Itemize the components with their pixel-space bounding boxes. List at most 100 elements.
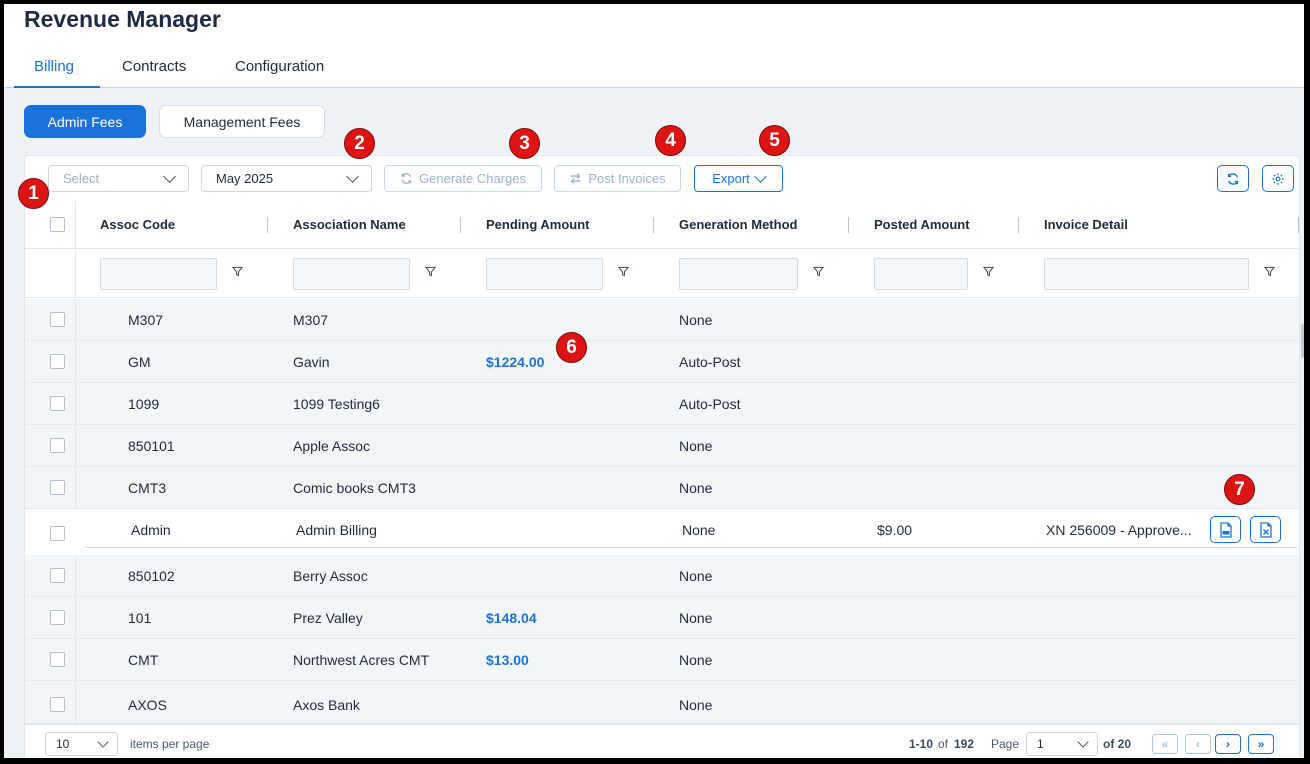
col-posted-amount[interactable]: Posted Amount: [874, 217, 970, 232]
col-invoice-detail[interactable]: Invoice Detail: [1044, 217, 1128, 232]
association-select[interactable]: Select: [48, 165, 189, 192]
cell-assoc-code: 1099: [128, 396, 160, 412]
cell-pending-amount[interactable]: $13.00: [486, 652, 529, 668]
posted-amount-filter-input[interactable]: [874, 258, 968, 290]
filter-icon[interactable]: [618, 266, 629, 277]
cell-generation-method: Auto-Post: [679, 354, 741, 370]
cell-pending-amount[interactable]: $148.04: [486, 610, 537, 626]
tab-contracts[interactable]: Contracts: [122, 58, 186, 75]
cell-generation-method: None: [679, 438, 713, 454]
month-select[interactable]: May 2025: [201, 165, 372, 192]
page-select[interactable]: 1: [1026, 732, 1098, 756]
invoice-detail-filter-input[interactable]: [1044, 258, 1249, 290]
cell-assoc-code: AXOS: [128, 697, 167, 713]
row-checkbox[interactable]: [50, 312, 65, 327]
annotation-badge-7: 7: [1224, 474, 1255, 505]
filter-icon[interactable]: [813, 266, 824, 277]
management-fees-tab[interactable]: Management Fees: [159, 105, 325, 138]
tab-billing[interactable]: Billing: [34, 58, 74, 75]
column-divider[interactable]: [1298, 217, 1299, 233]
table-row[interactable]: 101 Prez Valley $148.04 None: [25, 597, 1299, 639]
col-pending-amount[interactable]: Pending Amount: [486, 217, 590, 232]
cell-pending-amount[interactable]: $1224.00: [486, 354, 544, 370]
pending-amount-filter-input[interactable]: [486, 258, 603, 290]
table-row[interactable]: 850101 Apple Assoc None: [25, 425, 1299, 467]
annotation-badge-4: 4: [655, 125, 686, 156]
app-window: Revenue Manager Billing Contracts Config…: [4, 4, 1304, 758]
row-checkbox[interactable]: [50, 526, 65, 541]
table-row[interactable]: M307 M307 None: [25, 299, 1299, 341]
billing-grid: Select May 2025 Generate Charges Post In…: [24, 155, 1300, 758]
checkbox-column-divider: [75, 383, 76, 425]
page-title: Revenue Manager: [24, 6, 221, 32]
select-all-checkbox[interactable]: [50, 217, 65, 232]
admin-fees-tab[interactable]: Admin Fees: [24, 105, 146, 138]
table-row[interactable]: AXOS Axos Bank None: [25, 681, 1299, 724]
last-page-button[interactable]: »: [1248, 734, 1274, 754]
refresh-button[interactable]: [1217, 165, 1249, 192]
row-checkbox[interactable]: [50, 354, 65, 369]
gear-icon: [1272, 172, 1284, 185]
filter-icon[interactable]: [983, 266, 994, 277]
page-size-select[interactable]: 10: [45, 732, 118, 756]
column-divider[interactable]: [460, 217, 461, 233]
col-assoc-code[interactable]: Assoc Code: [100, 217, 175, 232]
cell-invoice-detail[interactable]: XN 256009 - Approve...: [1046, 522, 1192, 538]
table-header-row: Assoc Code Association Name Pending Amou…: [25, 201, 1299, 249]
export-label: Export: [712, 171, 750, 186]
checkbox-column-divider: [75, 555, 76, 597]
row-checkbox[interactable]: [50, 652, 65, 667]
column-divider[interactable]: [848, 217, 849, 233]
col-generation-method[interactable]: Generation Method: [679, 217, 797, 232]
row-checkbox[interactable]: [50, 610, 65, 625]
generation-method-filter-input[interactable]: [679, 258, 798, 290]
settings-button[interactable]: [1262, 165, 1294, 192]
next-page-icon: ›: [1226, 737, 1230, 751]
prev-page-button[interactable]: ‹: [1185, 734, 1211, 754]
first-page-icon: «: [1161, 737, 1169, 751]
post-invoices-button[interactable]: Post Invoices: [554, 165, 681, 192]
column-divider[interactable]: [653, 217, 654, 233]
filter-row: [25, 250, 1299, 298]
col-association-name[interactable]: Association Name: [293, 217, 406, 232]
row-checkbox[interactable]: [50, 438, 65, 453]
table-row[interactable]: CMT Northwest Acres CMT $13.00 None: [25, 639, 1299, 681]
row-checkbox[interactable]: [50, 568, 65, 583]
checkbox-column-divider: [75, 467, 76, 509]
generate-charges-button[interactable]: Generate Charges: [384, 165, 542, 192]
row-checkbox[interactable]: [50, 697, 65, 712]
export-button[interactable]: Export: [694, 165, 783, 192]
checkbox-column-divider: [75, 201, 76, 249]
annotation-badge-1: 1: [18, 178, 49, 209]
checkbox-column-divider: [75, 597, 76, 639]
download-excel-button[interactable]: [1250, 516, 1281, 543]
cell-generation-method: None: [679, 480, 713, 496]
pagination-bar: 10 items per page 1-10 of 192 Page 1 of …: [25, 724, 1299, 758]
checkbox-column-divider: [75, 425, 76, 467]
table-row-highlighted[interactable]: Admin Admin Billing None $9.00 XN 256009…: [25, 509, 1299, 555]
chevron-down-icon: [1077, 735, 1089, 748]
table-row[interactable]: 1099 1099 Testing6 Auto-Post: [25, 383, 1299, 425]
filter-icon[interactable]: [1264, 266, 1275, 277]
cell-generation-method: Auto-Post: [679, 396, 741, 412]
table-row[interactable]: GM Gavin $1224.00 Auto-Post: [25, 341, 1299, 383]
filter-icon[interactable]: [232, 266, 243, 277]
tab-configuration[interactable]: Configuration: [235, 58, 324, 75]
excel-icon: [1259, 521, 1272, 538]
table-row[interactable]: 850102 Berry Assoc None: [25, 555, 1299, 597]
association-name-filter-input[interactable]: [293, 258, 410, 290]
assoc-code-filter-input[interactable]: [100, 258, 217, 290]
main-tabs: Billing Contracts Configuration: [4, 48, 1304, 89]
annotation-badge-5: 5: [759, 125, 790, 156]
column-divider[interactable]: [267, 217, 268, 233]
row-checkbox[interactable]: [50, 396, 65, 411]
filter-icon[interactable]: [425, 266, 436, 277]
next-page-button[interactable]: ›: [1215, 734, 1241, 754]
first-page-button[interactable]: «: [1152, 734, 1178, 754]
annotation-badge-3: 3: [509, 128, 540, 159]
download-pdf-button[interactable]: [1210, 516, 1241, 543]
scrollbar[interactable]: [1301, 324, 1304, 358]
row-checkbox[interactable]: [50, 480, 65, 495]
table-row[interactable]: CMT3 Comic books CMT3 None: [25, 467, 1299, 509]
column-divider[interactable]: [1018, 217, 1019, 233]
